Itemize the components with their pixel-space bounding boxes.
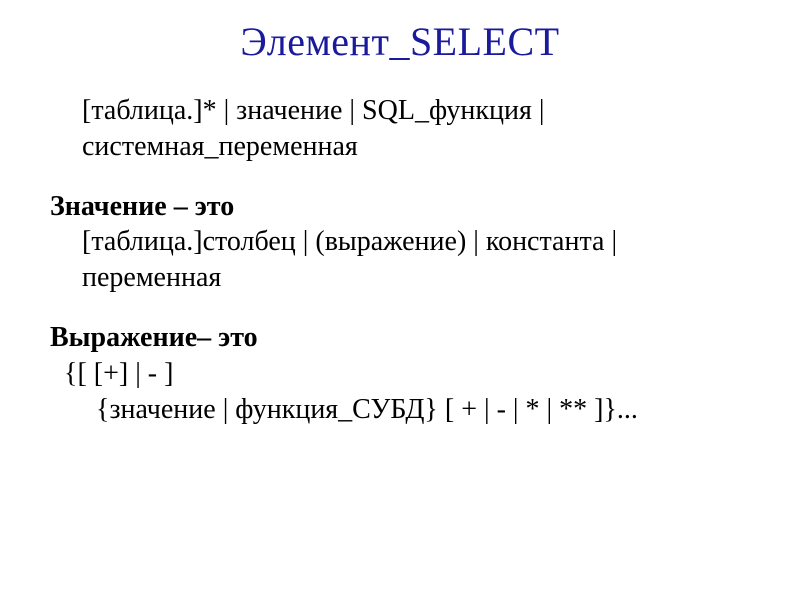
expression-line-1: {[ [+] | - ] — [64, 356, 750, 392]
slide-body: [таблица.]* | значение | SQL_функция | с… — [50, 93, 750, 428]
expression-section: Выражение– это {[ [+] | - ] {значение | … — [50, 320, 750, 427]
value-section: Значение – это [таблица.]столбец | (выра… — [50, 189, 750, 296]
expression-line-2: {значение | функция_СУБД} [ + | - | * | … — [64, 392, 750, 428]
slide: Элемент_SELECT [таблица.]* | значение | … — [0, 0, 800, 600]
slide-title: Элемент_SELECT — [50, 18, 750, 65]
syntax-definition: [таблица.]* | значение | SQL_функция | с… — [50, 93, 750, 165]
value-heading: Значение – это — [50, 189, 750, 225]
value-body: [таблица.]столбец | (выражение) | конста… — [50, 224, 750, 296]
expression-heading: Выражение– это — [50, 320, 750, 356]
expression-body: {[ [+] | - ] {значение | функция_СУБД} [… — [50, 356, 750, 428]
